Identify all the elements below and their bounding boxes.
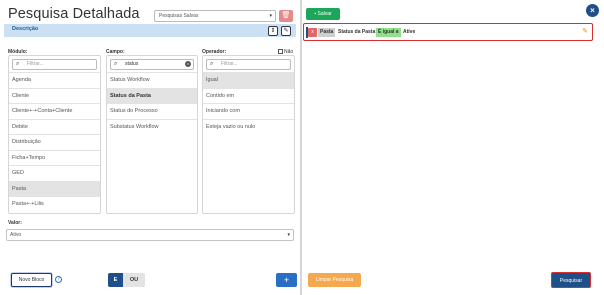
operator-filter-placeholder: Filtrar... xyxy=(221,61,238,67)
left-panel: Pesquisa Detalhada Pesquisas Salvas ▾ 🗑 … xyxy=(0,0,300,295)
value-select[interactable]: Ativo ▾ xyxy=(6,229,294,241)
help-icon[interactable]: ? xyxy=(55,276,62,283)
criterion-value: Ative xyxy=(403,29,416,35)
field-list: ⌕ status × Status Workflow Status da Pas… xyxy=(106,55,198,214)
list-item[interactable]: Substatus Workflow xyxy=(107,118,197,135)
list-item[interactable]: Cliente+-+Conta+Cliente xyxy=(9,103,100,119)
search-icon: ⌕ xyxy=(16,61,20,67)
clear-icon[interactable]: × xyxy=(185,61,191,67)
edit-icon: ✎ xyxy=(283,27,289,34)
sort-button[interactable]: ⇕ xyxy=(268,25,278,36)
saved-searches-select-value: Pesquisas Salvas xyxy=(159,13,199,19)
operator-filter-input[interactable]: ⌕ Filtrar... xyxy=(206,59,291,70)
remove-criterion-button[interactable]: x xyxy=(308,28,317,37)
criterion-row[interactable]: x Pasta Status da Pasta É igual a Ative … xyxy=(303,23,593,41)
clear-search-button[interactable]: Limpar Pesquisa xyxy=(308,273,361,287)
list-item[interactable]: Distribuição xyxy=(9,134,100,150)
delete-saved-search-button[interactable]: 🗑 xyxy=(279,10,293,22)
close-icon[interactable]: × xyxy=(586,4,599,17)
save-icon: ▪ xyxy=(314,11,317,17)
module-list: ⌕ Filtrar... Agenda Cliente Cliente+-+Co… xyxy=(8,55,101,214)
or-toggle[interactable]: OU xyxy=(123,273,145,287)
description-label: Descrição xyxy=(12,26,39,32)
and-toggle[interactable]: E xyxy=(108,273,123,287)
list-item[interactable]: Cliente xyxy=(9,87,100,104)
list-item-selected[interactable]: Status da Pasta xyxy=(107,87,197,103)
list-item-selected[interactable]: Pasta xyxy=(9,180,100,196)
criterion-field: Status da Pasta xyxy=(338,29,376,35)
pencil-icon[interactable]: ✎ xyxy=(582,27,588,35)
criterion-module-tag: Pasta xyxy=(318,28,336,37)
chevron-down-icon: ▾ xyxy=(269,13,272,19)
list-item-selected[interactable]: Igual xyxy=(203,72,294,88)
list-item[interactable]: Contido em xyxy=(203,87,294,104)
save-label: Salvar xyxy=(317,11,332,17)
value-label: Valor: xyxy=(8,220,22,226)
right-panel: ▪ Salvar × x Pasta Status da Pasta É igu… xyxy=(302,0,604,295)
list-item[interactable]: Status Workflow xyxy=(107,72,197,88)
search-icon: ⌕ xyxy=(210,61,214,67)
module-filter-placeholder: Filtrar... xyxy=(27,61,44,67)
description-bar[interactable]: Descrição ⇕ ✎ xyxy=(4,24,296,37)
trash-icon: 🗑 xyxy=(281,12,291,19)
criterion-operator-tag: É igual a xyxy=(376,28,401,37)
value-select-value: Ativo xyxy=(10,232,22,238)
operator-list: ⌕ Filtrar... Igual Contido em Iniciando … xyxy=(202,55,295,214)
page-title: Pesquisa Detalhada xyxy=(8,6,140,22)
list-item[interactable]: Esteja vazio ou nulo xyxy=(203,118,294,135)
new-block-button[interactable]: Novo Bloco xyxy=(11,273,52,287)
list-item[interactable]: Ficha+Tempo xyxy=(9,149,100,166)
module-filter-input[interactable]: ⌕ Filtrar... xyxy=(12,59,97,70)
search-icon: ⌕ xyxy=(114,61,118,67)
save-button[interactable]: ▪ Salvar xyxy=(306,8,340,20)
search-button[interactable]: Pesquisar xyxy=(551,272,591,288)
list-item[interactable]: Status do Processo xyxy=(107,103,197,119)
list-item[interactable]: Pasta+-+Lilis xyxy=(9,196,100,212)
list-item[interactable]: GED xyxy=(9,165,100,181)
saved-searches-select[interactable]: Pesquisas Salvas ▾ xyxy=(154,10,276,22)
chevron-down-icon: ▾ xyxy=(287,232,290,238)
edit-description-button[interactable]: ✎ xyxy=(281,25,291,36)
add-criterion-button[interactable]: + xyxy=(276,273,297,287)
list-item[interactable]: Debite xyxy=(9,118,100,135)
checkbox-icon xyxy=(278,49,283,54)
field-filter-value: status xyxy=(125,61,139,67)
field-filter-input[interactable]: ⌕ status × xyxy=(110,59,194,70)
list-item[interactable]: Agenda xyxy=(9,72,100,88)
list-item[interactable]: Iniciando com xyxy=(203,103,294,119)
sort-icon: ⇕ xyxy=(270,27,276,34)
